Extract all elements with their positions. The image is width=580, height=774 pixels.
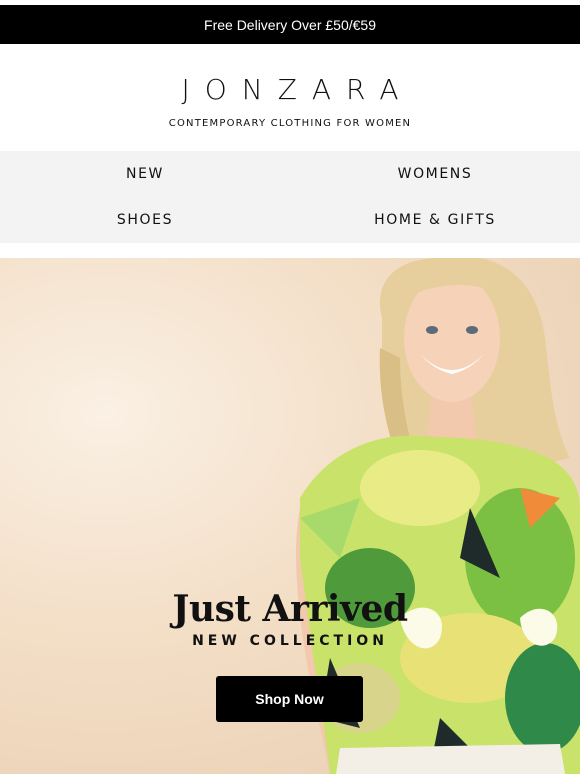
nav-item-home-gifts[interactable]: HOME & GIFTS bbox=[290, 197, 580, 243]
hero-banner[interactable]: Just Arrived NEW COLLECTION Shop Now bbox=[0, 258, 580, 774]
nav-item-new[interactable]: NEW bbox=[0, 151, 290, 197]
promo-text: Free Delivery Over £50/€59 bbox=[204, 16, 376, 33]
promo-bar[interactable]: Free Delivery Over £50/€59 bbox=[0, 5, 580, 44]
brand-tagline: CONTEMPORARY CLOTHING FOR WOMEN bbox=[168, 117, 412, 129]
hero-title: Just Arrived bbox=[172, 588, 408, 630]
nav-item-womens[interactable]: WOMENS bbox=[290, 151, 580, 197]
nav-item-shoes[interactable]: SHOES bbox=[0, 197, 290, 243]
hero-subtitle: NEW COLLECTION bbox=[192, 633, 388, 649]
main-nav: NEW WOMENS SHOES HOME & GIFTS bbox=[0, 151, 580, 243]
brand-header: JONZARA CONTEMPORARY CLOTHING FOR WOMEN bbox=[0, 44, 580, 151]
shop-now-button[interactable]: Shop Now bbox=[216, 676, 363, 722]
brand-logo[interactable]: JONZARA bbox=[166, 73, 413, 106]
